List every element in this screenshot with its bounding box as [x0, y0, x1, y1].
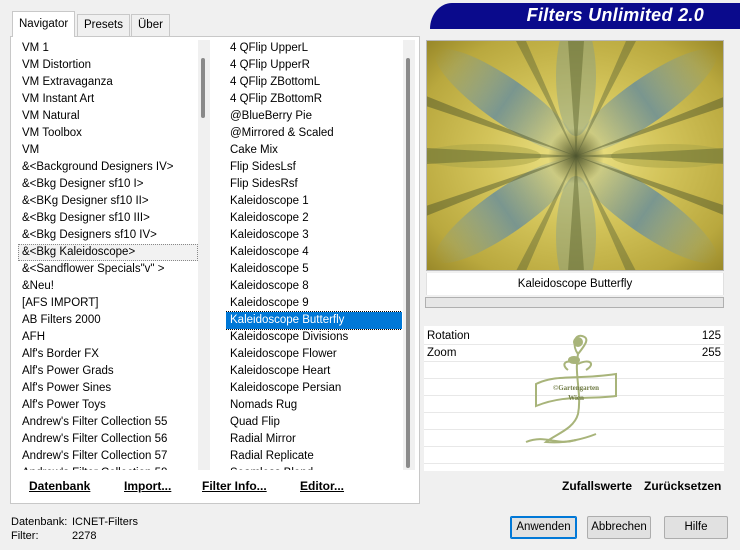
help-button[interactable]: Hilfe	[664, 516, 728, 539]
datenbank-button[interactable]: Datenbank	[29, 479, 90, 493]
category-list-item[interactable]: &<Sandflower Specials"v" >	[18, 261, 198, 278]
category-list-item[interactable]: Alf's Power Sines	[18, 380, 198, 397]
category-list-item[interactable]: VM Instant Art	[18, 91, 198, 108]
param-value: 125	[701, 330, 721, 342]
filter-list-item[interactable]: Kaleidoscope Heart	[226, 363, 402, 380]
watermark-logo: ©Gartengarten Wien	[525, 334, 617, 444]
watermark-text-2: Wien	[568, 394, 584, 402]
category-list-item[interactable]: Andrew's Filter Collection 58	[18, 465, 198, 470]
filter-list-item[interactable]: Cake Mix	[226, 142, 402, 159]
datenbank-status-label: Datenbank:	[11, 516, 68, 528]
filter-list-item[interactable]: Radial Mirror	[226, 431, 402, 448]
filter-list-item[interactable]: 4 QFlip ZBottomL	[226, 74, 402, 91]
filter-list-item[interactable]: Flip SidesRsf	[226, 176, 402, 193]
category-list-item[interactable]: &<Background Designers IV>	[18, 159, 198, 176]
watermark-text-1: ©Gartengarten	[553, 384, 599, 392]
zuruecksetzen-button[interactable]: Zurücksetzen	[644, 479, 721, 493]
filter-list-item[interactable]: Radial Replicate	[226, 448, 402, 465]
category-list-item[interactable]: VM Extravaganza	[18, 74, 198, 91]
category-list-item[interactable]: &<Bkg Designer sf10 III>	[18, 210, 198, 227]
category-list-item[interactable]: &<Bkg Designers sf10 IV>	[18, 227, 198, 244]
filter-list-item[interactable]: Nomads Rug	[226, 397, 402, 414]
category-list-item[interactable]: Alf's Border FX	[18, 346, 198, 363]
category-list-item[interactable]: Andrew's Filter Collection 55	[18, 414, 198, 431]
category-list-item[interactable]: &<Bkg Designer sf10 I>	[18, 176, 198, 193]
param-value: 255	[701, 347, 721, 359]
filter-name-label: Kaleidoscope Butterfly	[426, 273, 724, 295]
filter-list-item[interactable]: Flip SidesLsf	[226, 159, 402, 176]
progress-bar	[425, 297, 724, 308]
param-name: Rotation	[427, 330, 470, 342]
filter-preview-image	[426, 40, 724, 271]
apply-button[interactable]: Anwenden	[510, 516, 577, 539]
category-list-item[interactable]: AB Filters 2000	[18, 312, 198, 329]
category-list-item[interactable]: VM Distortion	[18, 57, 198, 74]
filter-list-item[interactable]: Kaleidoscope 4	[226, 244, 402, 261]
filter-list-item[interactable]: Kaleidoscope Butterfly	[226, 311, 402, 330]
category-list-item[interactable]: &<Bkg Kaleidoscope>	[18, 244, 198, 261]
filter-list-item[interactable]: Kaleidoscope 9	[226, 295, 402, 312]
app-title: Filters Unlimited 2.0	[526, 5, 704, 25]
filter-list-item[interactable]: Kaleidoscope Persian	[226, 380, 402, 397]
category-list-item[interactable]: &<BKg Designer sf10 II>	[18, 193, 198, 210]
category-list-item[interactable]: &Neu!	[18, 278, 198, 295]
category-list-item[interactable]: Alf's Power Toys	[18, 397, 198, 414]
filter-count-value: 2278	[72, 530, 97, 542]
filter-list-item[interactable]: Kaleidoscope 3	[226, 227, 402, 244]
category-list[interactable]: VM 1 VM Distortion VM Extravaganza VM Insta…	[18, 40, 198, 470]
cancel-button[interactable]: Abbrechen	[587, 516, 651, 539]
category-list-item[interactable]: VM Natural	[18, 108, 198, 125]
import-button[interactable]: Import...	[124, 479, 171, 493]
category-list-item[interactable]: VM 1	[18, 40, 198, 57]
category-list-item[interactable]: AFH	[18, 329, 198, 346]
category-list-item[interactable]: [AFS IMPORT]	[18, 295, 198, 312]
filter-scroll-thumb[interactable]	[406, 58, 410, 468]
editor-button[interactable]: Editor...	[300, 479, 344, 493]
filter-info-button[interactable]: Filter Info...	[202, 479, 267, 493]
filter-list-item[interactable]: 4 QFlip UpperL	[226, 40, 402, 57]
category-list-item[interactable]: Andrew's Filter Collection 56	[18, 431, 198, 448]
filter-list-item[interactable]: @Mirrored & Scaled	[226, 125, 402, 142]
tab-ueber[interactable]: Über	[131, 14, 170, 36]
filter-list-item[interactable]: Kaleidoscope 2	[226, 210, 402, 227]
category-list-item[interactable]: Andrew's Filter Collection 57	[18, 448, 198, 465]
filter-list-item[interactable]: @BlueBerry Pie	[226, 108, 402, 125]
title-banner: Filters Unlimited 2.0	[430, 3, 740, 29]
param-name: Zoom	[427, 347, 457, 359]
filter-list[interactable]: 4 QFlip UpperL 4 QFlip UpperR 4 QFlip ZBot…	[226, 40, 402, 470]
tab-presets[interactable]: Presets	[77, 14, 130, 36]
category-list-item[interactable]: VM Toolbox	[18, 125, 198, 142]
filter-count-label: Filter:	[11, 530, 39, 542]
zufallswerte-button[interactable]: Zufallswerte	[562, 479, 632, 493]
category-scrollbar[interactable]	[198, 40, 210, 470]
category-list-item[interactable]: Alf's Power Grads	[18, 363, 198, 380]
datenbank-status-value: ICNET-Filters	[72, 516, 138, 528]
filter-list-item[interactable]: Kaleidoscope 5	[226, 261, 402, 278]
filter-list-item[interactable]: Quad Flip	[226, 414, 402, 431]
filter-list-item[interactable]: 4 QFlip UpperR	[226, 57, 402, 74]
filter-list-item[interactable]: Kaleidoscope Flower	[226, 346, 402, 363]
filter-list-item[interactable]: Kaleidoscope 1	[226, 193, 402, 210]
filter-list-item[interactable]: Kaleidoscope Divisions	[226, 329, 402, 346]
parameter-table: Rotation 125 Zoom 255 ©Gartengarten Wien	[424, 326, 724, 471]
kaleidoscope-preview	[427, 41, 723, 270]
filter-list-item[interactable]: Kaleidoscope 8	[226, 278, 402, 295]
category-list-item[interactable]: VM	[18, 142, 198, 159]
category-scroll-thumb[interactable]	[201, 58, 205, 118]
filter-list-item[interactable]: Seamless Blend	[226, 465, 402, 470]
filter-scrollbar[interactable]	[403, 40, 415, 470]
tab-navigator[interactable]: Navigator	[12, 11, 76, 37]
filter-list-item[interactable]: 4 QFlip ZBottomR	[226, 91, 402, 108]
